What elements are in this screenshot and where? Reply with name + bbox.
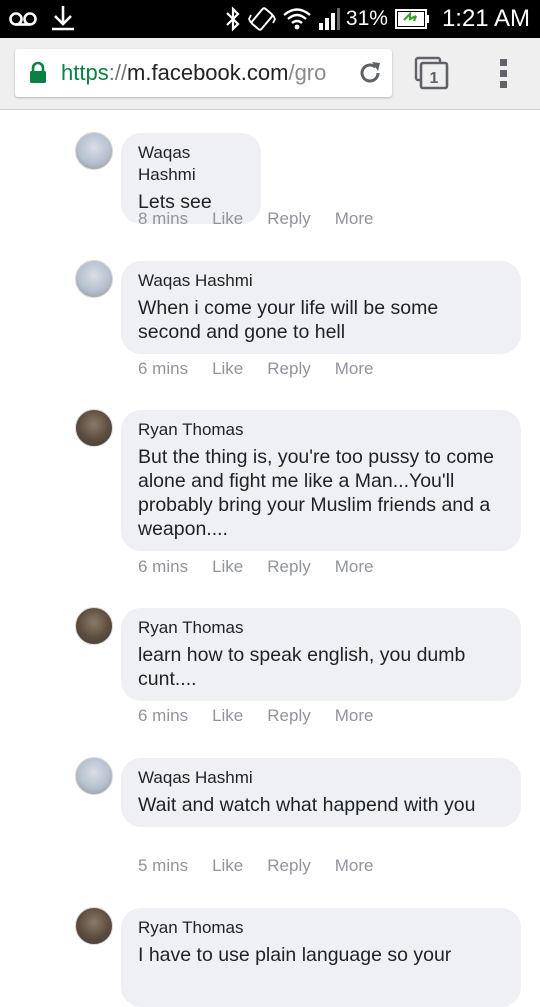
url-host: m.facebook.com <box>127 60 289 85</box>
comment-author[interactable]: Ryan Thomas <box>138 419 504 441</box>
comment-text: I have to use plain language so your <box>138 944 452 966</box>
comment-author[interactable]: Waqas Hashmi <box>138 270 504 292</box>
comment-time[interactable]: 6 mins <box>138 359 188 379</box>
url-text[interactable]: https://m.facebook.com/gro <box>61 60 326 86</box>
status-time: 1:21 AM <box>441 5 530 32</box>
url-separator: :// <box>108 60 128 85</box>
avatar[interactable] <box>75 607 113 645</box>
comment-bubble: Ryan Thomas learn how to speak english, … <box>121 608 521 701</box>
more-link[interactable]: More <box>335 706 374 726</box>
avatar[interactable] <box>75 757 113 795</box>
reload-icon[interactable] <box>356 59 384 87</box>
more-link[interactable]: More <box>335 856 374 876</box>
comment-actions: 6 mins Like Reply More <box>138 557 397 577</box>
reply-link[interactable]: Reply <box>267 557 310 577</box>
like-link[interactable]: Like <box>212 706 243 726</box>
address-bar[interactable]: https://m.facebook.com/gro <box>15 49 392 97</box>
avatar[interactable] <box>75 132 113 170</box>
comment-author[interactable]: Ryan Thomas <box>138 917 504 939</box>
like-link[interactable]: Like <box>212 856 243 876</box>
more-link[interactable]: More <box>335 359 374 379</box>
comment-text: But the thing is, you're too pussy to co… <box>138 446 494 540</box>
comment-author[interactable]: Ryan Thomas <box>138 617 504 639</box>
tab-count: 1 <box>430 70 439 87</box>
comment-actions: 8 mins Like Reply More <box>138 209 397 229</box>
download-icon <box>52 6 74 31</box>
avatar[interactable] <box>75 260 113 298</box>
browser-toolbar: https://m.facebook.com/gro 1 <box>0 38 540 110</box>
status-bar: 31% 1:21 AM <box>0 0 540 38</box>
comment-actions: 5 mins Like Reply More <box>138 856 397 876</box>
comment-actions: 6 mins Like Reply More <box>138 359 397 379</box>
comment-actions: 6 mins Like Reply More <box>138 706 397 726</box>
comment-time[interactable]: 5 mins <box>138 856 188 876</box>
comment-text: learn how to speak english, you dumb cun… <box>138 644 466 690</box>
like-link[interactable]: Like <box>212 209 243 229</box>
tab-switcher-button[interactable]: 1 <box>414 56 450 90</box>
wifi-icon <box>283 8 311 30</box>
comment-time[interactable]: 6 mins <box>138 557 188 577</box>
avatar[interactable] <box>75 907 113 945</box>
comment-author[interactable]: Waqas Hashmi <box>138 767 504 789</box>
bluetooth-icon <box>226 6 240 32</box>
avatar[interactable] <box>75 409 113 447</box>
comment-text: When i come your life will be some secon… <box>138 297 439 343</box>
reply-link[interactable]: Reply <box>267 856 310 876</box>
comment-bubble: Ryan Thomas I have to use plain language… <box>121 908 521 1007</box>
battery-charging-icon <box>394 9 429 29</box>
comment-text: Wait and watch what happend with you <box>138 794 476 816</box>
lock-icon <box>30 61 46 83</box>
like-link[interactable]: Like <box>212 557 243 577</box>
more-link[interactable]: More <box>335 557 374 577</box>
comment-bubble: Waqas Hashmi Wait and watch what happend… <box>121 758 521 827</box>
vibrate-icon <box>247 7 276 31</box>
comment-bubble: Waqas Hashmi When i come your life will … <box>121 261 521 354</box>
reply-link[interactable]: Reply <box>267 359 310 379</box>
reply-link[interactable]: Reply <box>267 706 310 726</box>
battery-percent: 31% <box>345 7 388 30</box>
reply-link[interactable]: Reply <box>267 209 310 229</box>
more-link[interactable]: More <box>335 209 374 229</box>
overflow-menu-icon[interactable] <box>498 58 510 90</box>
comment-author[interactable]: Waqas Hashmi <box>138 142 244 186</box>
comment-time[interactable]: 6 mins <box>138 706 188 726</box>
signal-icon <box>318 8 340 30</box>
comment-bubble: Ryan Thomas But the thing is, you're too… <box>121 410 521 551</box>
like-link[interactable]: Like <box>212 359 243 379</box>
url-path: /gro <box>288 60 327 85</box>
voicemail-icon <box>9 12 37 26</box>
url-scheme: https <box>61 60 109 85</box>
comment-time[interactable]: 8 mins <box>138 209 188 229</box>
